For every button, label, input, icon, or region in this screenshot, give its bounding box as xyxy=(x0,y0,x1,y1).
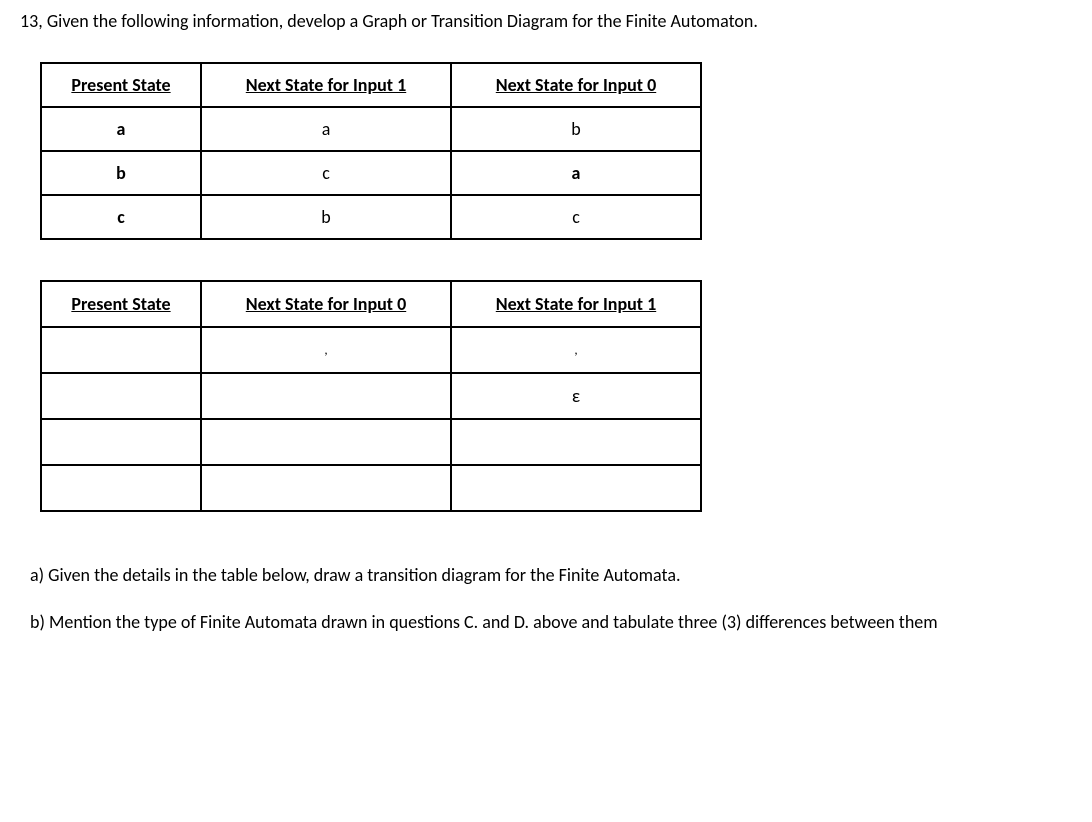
cell-next1: c xyxy=(201,151,451,195)
transition-table-1: Present State Next State for Input 1 Nex… xyxy=(40,62,702,240)
cell-next0: b xyxy=(451,107,701,151)
cell-present: c xyxy=(41,195,201,239)
cell-present xyxy=(41,419,201,465)
cell-next0: , xyxy=(201,327,451,373)
table-row xyxy=(41,465,701,511)
transition-table-2: Present State Next State for Input 0 Nex… xyxy=(40,280,702,512)
cell-present xyxy=(41,327,201,373)
cell-next1: a xyxy=(201,107,451,151)
cell-next1 xyxy=(451,419,701,465)
table-row: b c a xyxy=(41,151,701,195)
cell-next1: b xyxy=(201,195,451,239)
cell-next0 xyxy=(201,419,451,465)
cell-present xyxy=(41,373,201,419)
header-present-state: Present State xyxy=(41,281,201,327)
cell-next0: a xyxy=(451,151,701,195)
header-next-state-0: Next State for Input 0 xyxy=(451,63,701,107)
cell-present xyxy=(41,465,201,511)
cell-next0: c xyxy=(451,195,701,239)
table-row: a a b xyxy=(41,107,701,151)
sub-question-b: b) Mention the type of Finite Automata d… xyxy=(30,609,1072,636)
sub-question-a: a) Given the details in the table below,… xyxy=(30,562,1072,589)
cell-next1: , xyxy=(451,327,701,373)
sub-b-prefix: b) xyxy=(30,611,49,633)
header-next-state-0: Next State for Input 0 xyxy=(201,281,451,327)
table-row xyxy=(41,419,701,465)
cell-present: a xyxy=(41,107,201,151)
table-header-row: Present State Next State for Input 0 Nex… xyxy=(41,281,701,327)
cell-present: b xyxy=(41,151,201,195)
header-next-state-1: Next State for Input 1 xyxy=(451,281,701,327)
cell-next0 xyxy=(201,465,451,511)
cell-next1: ε xyxy=(451,373,701,419)
header-present-state: Present State xyxy=(41,63,201,107)
table-row: ε xyxy=(41,373,701,419)
header-next-state-1: Next State for Input 1 xyxy=(201,63,451,107)
question-text: Given the following information, develop… xyxy=(47,10,758,32)
cell-next1 xyxy=(451,465,701,511)
question-line: 13, Given the following information, dev… xyxy=(20,10,1072,32)
table-row: c b c xyxy=(41,195,701,239)
table-row: , , xyxy=(41,327,701,373)
cell-next0 xyxy=(201,373,451,419)
question-number: 13, xyxy=(20,10,43,32)
table-header-row: Present State Next State for Input 1 Nex… xyxy=(41,63,701,107)
sub-b-text: Mention the type of Finite Automata draw… xyxy=(49,611,938,633)
